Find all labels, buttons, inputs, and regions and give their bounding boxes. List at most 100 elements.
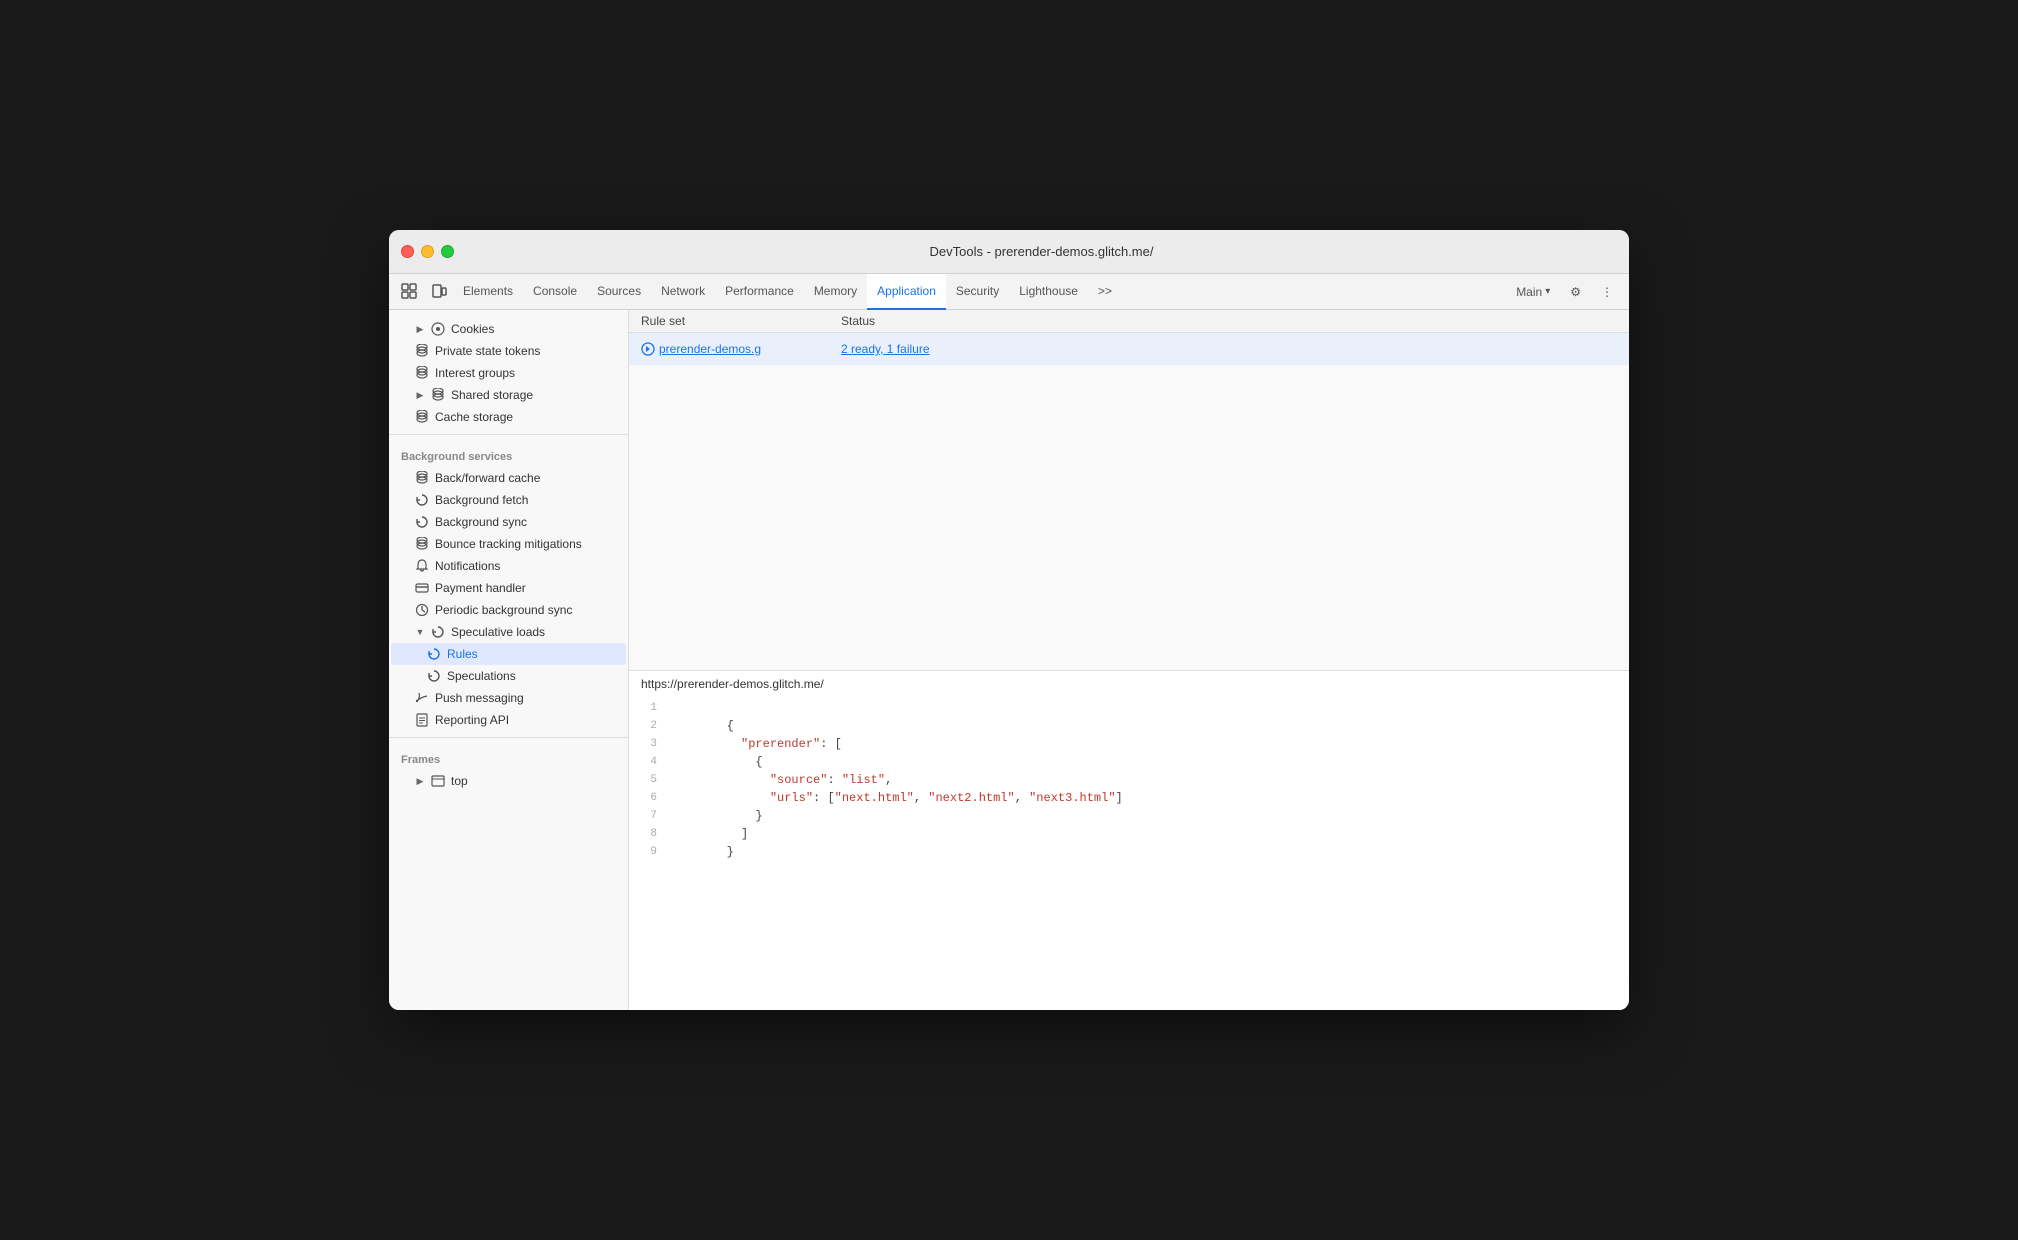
interest-groups-icon: [415, 366, 429, 380]
tab-cursor-icon[interactable]: [393, 274, 425, 310]
sidebar-item-top[interactable]: ▶ top: [391, 770, 626, 792]
sidebar-divider-2: [389, 737, 628, 738]
sidebar-item-back-forward-cache[interactable]: Back/forward cache: [391, 467, 626, 489]
tab-elements[interactable]: Elements: [453, 274, 523, 310]
main-label: Main: [1516, 285, 1542, 299]
line-num: 8: [629, 827, 669, 840]
sidebar-item-label: Reporting API: [435, 713, 509, 727]
col-header-status: Status: [841, 314, 1617, 328]
close-button[interactable]: [401, 245, 414, 258]
tab-security[interactable]: Security: [946, 274, 1009, 310]
code-line-6: 6 "urls": ["next.html", "next2.html", "n…: [629, 791, 1629, 809]
sidebar-item-payment-handler[interactable]: Payment handler: [391, 577, 626, 599]
bounce-tracking-icon: [415, 537, 429, 551]
titlebar: DevTools - prerender-demos.glitch.me/: [389, 230, 1629, 274]
devtools-window: DevTools - prerender-demos.glitch.me/ El…: [389, 230, 1629, 1010]
tab-sources[interactable]: Sources: [587, 274, 651, 310]
tab-performance[interactable]: Performance: [715, 274, 804, 310]
reporting-api-icon: [415, 713, 429, 727]
periodic-bg-sync-icon: [415, 603, 429, 617]
sidebar-item-background-fetch[interactable]: Background fetch: [391, 489, 626, 511]
speculations-icon: [427, 669, 441, 683]
gear-icon: ⚙: [1570, 285, 1581, 299]
col-header-ruleset: Rule set: [641, 314, 841, 328]
private-state-tokens-icon: [415, 344, 429, 358]
line-content: "urls": ["next.html", "next2.html", "nex…: [669, 791, 1629, 805]
tabbar: Elements Console Sources Network Perform…: [389, 274, 1629, 310]
code-line-8: 8 ]: [629, 827, 1629, 845]
sidebar-item-label: Speculative loads: [451, 625, 545, 639]
sidebar-item-notifications[interactable]: Notifications: [391, 555, 626, 577]
status-link[interactable]: 2 ready, 1 failure: [841, 342, 930, 356]
code-area[interactable]: 1 2 { 3 "prerender": [ 4 {: [629, 697, 1629, 1010]
sidebar-item-background-sync[interactable]: Background sync: [391, 511, 626, 533]
expand-down-arrow-icon: ▼: [415, 627, 425, 637]
tab-spacer: [1122, 274, 1508, 309]
tab-network[interactable]: Network: [651, 274, 715, 310]
sidebar-item-rules[interactable]: Rules: [391, 643, 626, 665]
line-content: {: [669, 719, 1629, 733]
frame-icon: [431, 774, 445, 788]
tab-console[interactable]: Console: [523, 274, 587, 310]
sidebar-item-label: top: [451, 774, 468, 788]
minimize-button[interactable]: [421, 245, 434, 258]
chevron-down-icon: ▾: [1545, 286, 1550, 297]
sidebar-item-label: Interest groups: [435, 366, 515, 380]
sidebar-item-interest-groups[interactable]: Interest groups: [391, 362, 626, 384]
tab-memory[interactable]: Memory: [804, 274, 867, 310]
status-cell[interactable]: 2 ready, 1 failure: [841, 342, 1617, 356]
back-forward-cache-icon: [415, 471, 429, 485]
cookies-icon: [431, 322, 445, 336]
notifications-icon: [415, 559, 429, 573]
background-services-label: Background services: [389, 441, 628, 467]
sidebar-item-cache-storage[interactable]: Cache storage: [391, 406, 626, 428]
sidebar-divider: [389, 434, 628, 435]
sidebar-item-shared-storage[interactable]: ▶ Shared storage: [391, 384, 626, 406]
sidebar: ▶ Cookies Private state tokens Interest …: [389, 310, 629, 1010]
settings-button[interactable]: ⚙: [1562, 274, 1589, 309]
frames-label: Frames: [389, 744, 628, 770]
device-icon: [431, 283, 447, 299]
maximize-button[interactable]: [441, 245, 454, 258]
sidebar-item-push-messaging[interactable]: Push messaging: [391, 687, 626, 709]
sidebar-item-label: Bounce tracking mitigations: [435, 537, 582, 551]
sidebar-item-private-state-tokens[interactable]: Private state tokens: [391, 340, 626, 362]
sidebar-item-label: Background sync: [435, 515, 527, 529]
sidebar-item-label: Shared storage: [451, 388, 533, 402]
line-num: 2: [629, 719, 669, 732]
rule-table-header: Rule set Status: [629, 310, 1629, 333]
tab-lighthouse[interactable]: Lighthouse: [1009, 274, 1088, 310]
rule-table-row[interactable]: prerender-demos.g 2 ready, 1 failure: [629, 333, 1629, 365]
code-line-4: 4 {: [629, 755, 1629, 773]
sidebar-item-speculative-loads[interactable]: ▼ Speculative loads: [391, 621, 626, 643]
sidebar-item-label: Rules: [447, 647, 478, 661]
sidebar-item-label: Payment handler: [435, 581, 526, 595]
expand-arrow-top-icon: ▶: [415, 776, 425, 786]
ruleset-link[interactable]: prerender-demos.g: [659, 342, 761, 356]
sidebar-item-label: Push messaging: [435, 691, 524, 705]
sidebar-item-cookies[interactable]: ▶ Cookies: [391, 318, 626, 340]
code-line-3: 3 "prerender": [: [629, 737, 1629, 755]
sidebar-item-periodic-bg-sync[interactable]: Periodic background sync: [391, 599, 626, 621]
more-button[interactable]: ⋮: [1593, 274, 1621, 309]
cursor-icon: [401, 283, 417, 299]
sidebar-item-label: Speculations: [447, 669, 516, 683]
tab-device-toolbar[interactable]: [425, 274, 453, 310]
sidebar-item-bounce-tracking[interactable]: Bounce tracking mitigations: [391, 533, 626, 555]
shared-storage-icon: [431, 388, 445, 402]
tab-application[interactable]: Application: [867, 274, 946, 310]
line-num: 1: [629, 701, 669, 714]
sidebar-item-label: Notifications: [435, 559, 500, 573]
tab-more[interactable]: >>: [1088, 274, 1122, 310]
main-panel: Rule set Status prerender-demos.g 2 read…: [629, 310, 1629, 1010]
sidebar-item-label: Cache storage: [435, 410, 513, 424]
traffic-lights: [401, 245, 454, 258]
line-num: 6: [629, 791, 669, 804]
url-text: https://prerender-demos.glitch.me/: [641, 677, 824, 691]
sidebar-item-reporting-api[interactable]: Reporting API: [391, 709, 626, 731]
sidebar-item-speculations[interactable]: Speculations: [391, 665, 626, 687]
line-num: 3: [629, 737, 669, 750]
main-content: ▶ Cookies Private state tokens Interest …: [389, 310, 1629, 1010]
main-dropdown[interactable]: Main ▾: [1508, 274, 1558, 309]
line-num: 5: [629, 773, 669, 786]
